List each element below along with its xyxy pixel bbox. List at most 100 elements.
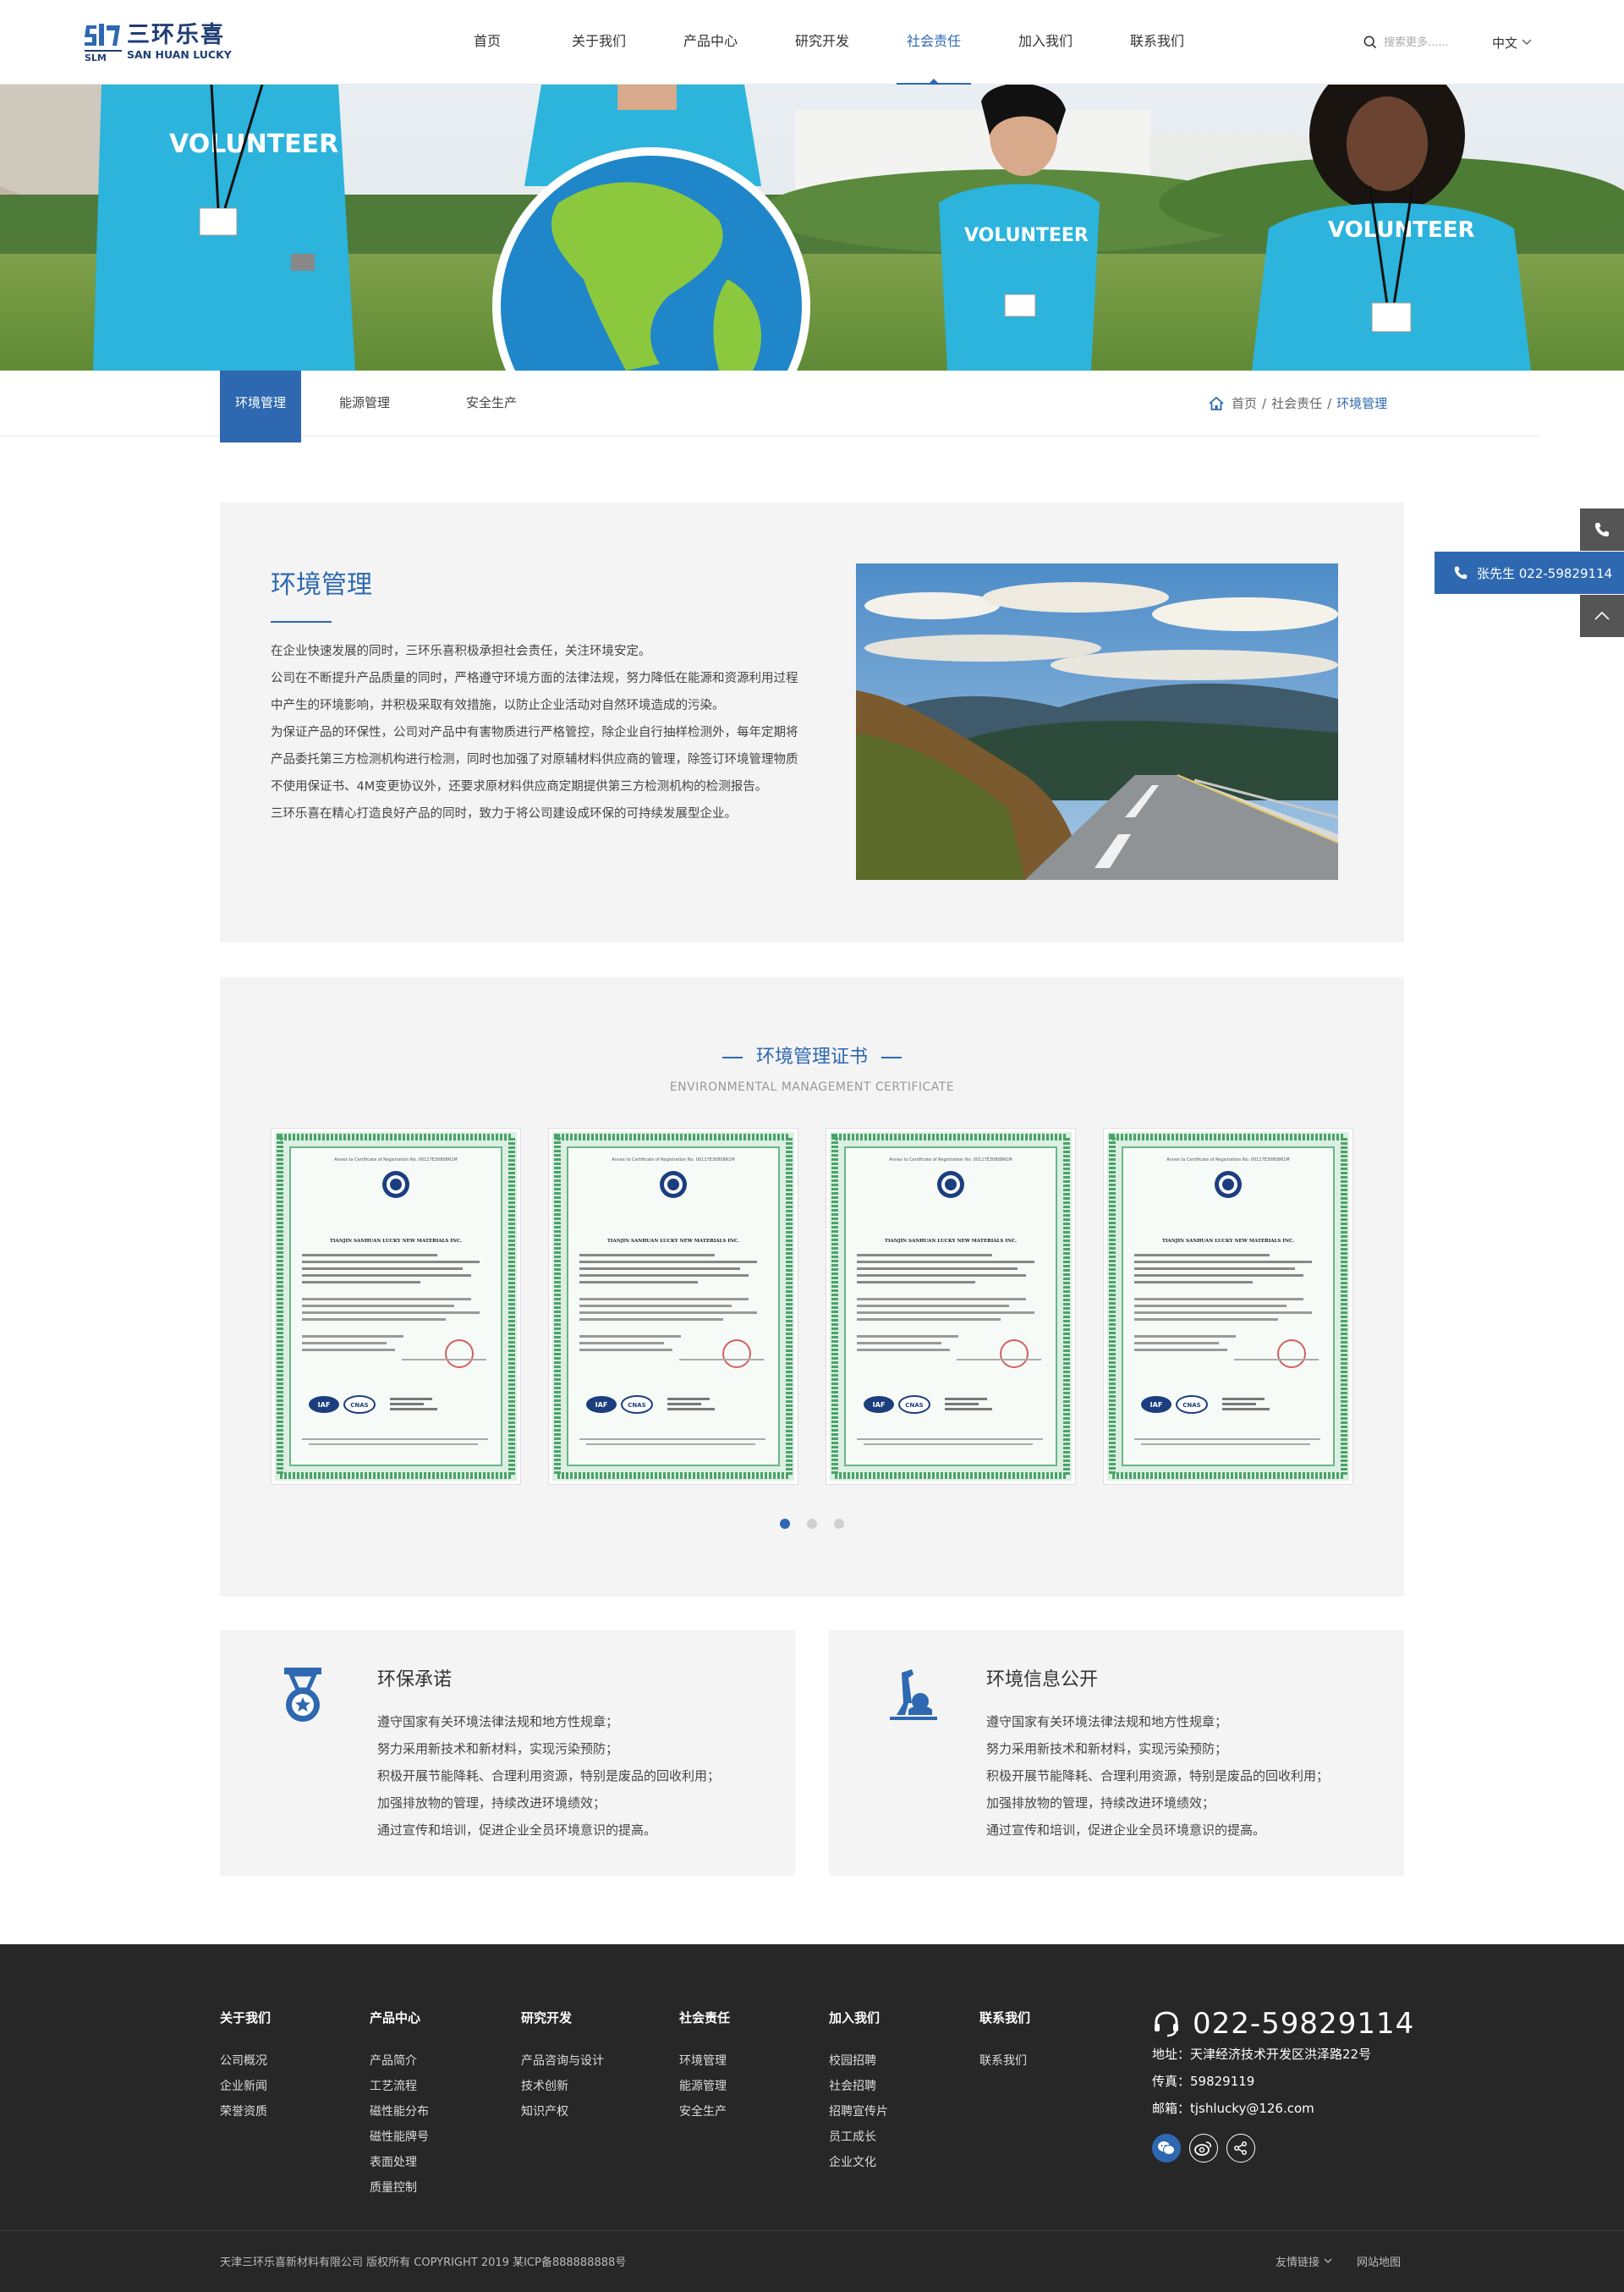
sub-nav: 环境管理 能源管理 安全生产 首页 / 社会责任 / 环境管理 bbox=[0, 371, 1539, 442]
header: SLM 三环乐喜 SAN HUAN LUCKY 首页 关于我们 产品中心 研究开… bbox=[0, 0, 1624, 85]
nav-join-us[interactable]: 加入我们 bbox=[990, 0, 1101, 85]
carousel-dot-2[interactable] bbox=[807, 1519, 817, 1529]
footer-column-title[interactable]: 研究开发 bbox=[521, 2009, 604, 2026]
footer-link[interactable]: 安全生产 bbox=[679, 2099, 730, 2124]
footer-link[interactable]: 企业文化 bbox=[829, 2150, 888, 2175]
logo[interactable]: SLM 三环乐喜 SAN HUAN LUCKY bbox=[85, 22, 232, 63]
sitemap-link[interactable]: 网站地图 bbox=[1357, 2253, 1401, 2269]
breadcrumb-home[interactable]: 首页 bbox=[1232, 394, 1257, 412]
footer-link[interactable]: 企业新闻 bbox=[220, 2074, 271, 2099]
footer-link[interactable]: 磁性能分布 bbox=[370, 2099, 429, 2124]
intro-paragraph: 在企业快速发展的同时，三环乐喜积极承担社会责任，关注环境安定。 bbox=[271, 645, 651, 658]
list-item: 加强排放物的管理，持续改进环境绩效； bbox=[986, 1795, 1215, 1811]
certificate-card[interactable]: Annex to Certificate of Registration No.… bbox=[826, 1128, 1076, 1485]
certificate-company: TIANJIN SANHUAN LUCKY NEW MATERIALS INC. bbox=[330, 1239, 462, 1244]
cnas-logo-text: CNAS bbox=[1182, 1402, 1200, 1409]
footer-column-title[interactable]: 联系我们 bbox=[979, 2009, 1030, 2026]
certificate-card[interactable]: Annex to Certificate of Registration No.… bbox=[1103, 1128, 1353, 1485]
iaf-logo-text: IAF bbox=[595, 1401, 608, 1409]
search-input[interactable] bbox=[1384, 36, 1465, 49]
certificate-company: TIANJIN SANHUAN LUCKY NEW MATERIALS INC. bbox=[1162, 1239, 1294, 1244]
footer-bottom: 天津三环乐喜新材料有限公司 版权所有 COPYRIGHT 2019 某ICP备8… bbox=[0, 2230, 1624, 2292]
wechat-icon bbox=[1158, 2141, 1175, 2155]
footer-link[interactable]: 环境管理 bbox=[679, 2048, 730, 2074]
friend-links-dropdown[interactable]: 友情链接 bbox=[1276, 2253, 1332, 2269]
certificate-company: TIANJIN SANHUAN LUCKY NEW MATERIALS INC. bbox=[885, 1239, 1017, 1244]
footer-link[interactable]: 社会招聘 bbox=[829, 2074, 888, 2099]
footer-column-title[interactable]: 关于我们 bbox=[220, 2009, 271, 2026]
certificate-card[interactable]: Annex to Certificate of Registration No.… bbox=[548, 1128, 798, 1485]
iaf-logo-text: IAF bbox=[873, 1401, 886, 1409]
card-list: 遵守国家有关环境法律法规和地方性规章； 努力采用新技术和新材料，实现污染预防； … bbox=[377, 1708, 720, 1844]
list-item: 努力采用新技术和新材料，实现污染预防； bbox=[986, 1741, 1228, 1756]
wechat-button[interactable] bbox=[1152, 2134, 1181, 2163]
certificate-card[interactable]: Annex to Certificate of Registration No.… bbox=[271, 1128, 521, 1485]
footer-address: 地址：天津经济技术开发区洪泽路22号 bbox=[1152, 2047, 1372, 2062]
home-icon[interactable] bbox=[1208, 396, 1225, 411]
tab-environment-management[interactable]: 环境管理 bbox=[220, 371, 301, 442]
certificate-header: Annex to Certificate of Registration No.… bbox=[334, 1157, 457, 1162]
certificate-image: Annex to Certificate of Registration No.… bbox=[275, 1132, 517, 1481]
footer-link[interactable]: 产品咨询与设计 bbox=[521, 2048, 604, 2074]
footer-link[interactable]: 表面处理 bbox=[370, 2150, 429, 2175]
search-box bbox=[1363, 32, 1465, 52]
scientist-icon bbox=[890, 1669, 937, 1720]
footer-link[interactable]: 公司概况 bbox=[220, 2048, 271, 2074]
float-phone-button[interactable] bbox=[1580, 508, 1624, 551]
certificate-image: Annex to Certificate of Registration No.… bbox=[830, 1132, 1072, 1481]
search-icon[interactable] bbox=[1363, 35, 1377, 50]
cnas-logo-text: CNAS bbox=[350, 1402, 368, 1409]
language-selector[interactable]: 中文 bbox=[1492, 32, 1532, 52]
footer-link[interactable]: 联系我们 bbox=[979, 2048, 1030, 2074]
footer-link[interactable]: 招聘宣传片 bbox=[829, 2099, 888, 2124]
chevron-up-icon bbox=[1594, 611, 1610, 620]
footer-link[interactable]: 能源管理 bbox=[679, 2074, 730, 2099]
footer-link[interactable]: 知识产权 bbox=[521, 2099, 604, 2124]
back-to-top-button[interactable] bbox=[1580, 595, 1624, 637]
nav-contact[interactable]: 联系我们 bbox=[1101, 0, 1213, 85]
float-phone-contact[interactable]: 张先生 022-59829114 bbox=[1435, 552, 1624, 594]
nav-about[interactable]: 关于我们 bbox=[543, 0, 655, 85]
breadcrumb: 首页 / 社会责任 / 环境管理 bbox=[1208, 394, 1387, 412]
card-title: 环保承诺 bbox=[377, 1669, 453, 1690]
nav-social-responsibility[interactable]: 社会责任 bbox=[878, 0, 990, 85]
carousel-dot-1[interactable] bbox=[780, 1519, 790, 1529]
share-button[interactable] bbox=[1226, 2134, 1255, 2163]
environmental-commitment-card: 环保承诺 遵守国家有关环境法律法规和地方性规章； 努力采用新技术和新材料，实现污… bbox=[220, 1630, 795, 1876]
footer-column-title[interactable]: 社会责任 bbox=[679, 2009, 730, 2026]
certificate-image: Annex to Certificate of Registration No.… bbox=[552, 1132, 794, 1481]
footer-link[interactable]: 产品简介 bbox=[370, 2048, 429, 2074]
nav-home[interactable]: 首页 bbox=[431, 0, 543, 85]
footer-column-title[interactable]: 产品中心 bbox=[370, 2009, 429, 2026]
nav-research[interactable]: 研究开发 bbox=[766, 0, 878, 85]
footer-column-title[interactable]: 加入我们 bbox=[829, 2009, 888, 2026]
footer-link[interactable]: 磁性能牌号 bbox=[370, 2124, 429, 2150]
footer-link[interactable]: 工艺流程 bbox=[370, 2074, 429, 2099]
iaf-logo-text: IAF bbox=[1150, 1401, 1163, 1409]
environmental-disclosure-card: 环境信息公开 遵守国家有关环境法律法规和地方性规章； 努力采用新技术和新材料，实… bbox=[829, 1630, 1404, 1876]
footer-link[interactable]: 员工成长 bbox=[829, 2124, 888, 2150]
footer-column-contact: 联系我们 联系我们 bbox=[979, 2009, 1030, 2074]
carousel-dot-3[interactable] bbox=[834, 1519, 844, 1529]
intro-title: 环境管理 bbox=[271, 570, 372, 600]
certificates-subtitle: ENVIRONMENTAL MANAGEMENT CERTIFICATE bbox=[669, 1080, 955, 1094]
footer-link[interactable]: 荣誉资质 bbox=[220, 2099, 271, 2124]
svg-text:SLM: SLM bbox=[85, 52, 107, 61]
nav-products[interactable]: 产品中心 bbox=[655, 0, 766, 85]
carousel-pagination bbox=[220, 1519, 1404, 1529]
footer-link[interactable]: 校园招聘 bbox=[829, 2048, 888, 2074]
footer-link[interactable]: 质量控制 bbox=[370, 2175, 429, 2201]
weibo-button[interactable] bbox=[1189, 2134, 1218, 2163]
tab-safety-production[interactable]: 安全生产 bbox=[428, 371, 555, 437]
footer-link[interactable]: 技术创新 bbox=[521, 2074, 604, 2099]
breadcrumb-social-responsibility[interactable]: 社会责任 bbox=[1271, 394, 1322, 412]
list-item: 努力采用新技术和新材料，实现污染预防； bbox=[377, 1741, 619, 1756]
list-item: 积极开展节能降耗、合理利用资源，特别是废品的回收利用； bbox=[986, 1768, 1330, 1784]
title-underline bbox=[271, 621, 332, 623]
certificate-header: Annex to Certificate of Registration No.… bbox=[1166, 1157, 1289, 1162]
tab-energy-management[interactable]: 能源管理 bbox=[301, 371, 428, 437]
certificate-header: Annex to Certificate of Registration No.… bbox=[612, 1157, 734, 1162]
volunteers-banner-image: VOLUNTEER VOLUNTEER VOLUNTEER bbox=[0, 85, 1624, 371]
intro-paragraph: 为保证产品的环保性，公司对产品中有害物质进行严格管控，除企业自行抽样检测外，每年… bbox=[271, 726, 798, 794]
footer-column-about: 关于我们 公司概况 企业新闻 荣誉资质 bbox=[220, 2009, 271, 2124]
